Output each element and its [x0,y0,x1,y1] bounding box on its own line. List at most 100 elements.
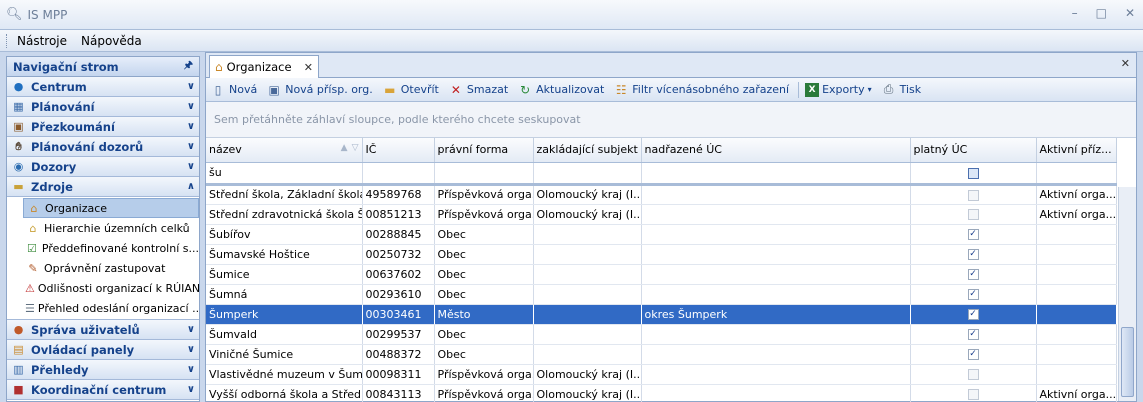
cell-nadr [641,344,911,365]
cell-nadr [641,324,911,345]
table-row[interactable]: Vlastivědné muzeum v Šump...00098311Přís… [206,364,1117,385]
minimize-button[interactable]: – [1072,6,1078,20]
house-icon: ⌂ [30,201,38,215]
nav-group-dozory[interactable]: ◉ Dozory ∨ [7,157,199,177]
new-document-icon: ▯ [214,82,222,97]
nav-item-odlisnosti[interactable]: ⚠︎ Odlišnosti organizací k RÚIAN [23,278,199,298]
cell-nazev: Vyšší odborná škola a Střed... [206,384,363,402]
nav-group-planovani-dozoru[interactable]: ✋︎ Plánování dozorů ∨ [7,137,199,157]
column-header-aktivni[interactable]: Aktivní příz... [1036,138,1117,163]
column-header-zakladajici-subjekt[interactable]: zakládající subjekt [533,138,642,163]
close-window-button[interactable]: ✕ [1125,6,1135,20]
nav-group-planovani[interactable]: ▦ Plánování ∨ [7,97,199,117]
chevron-down-icon: ∨ [186,101,195,112]
filter-cell[interactable] [641,162,911,186]
vertical-scrollbar[interactable] [1118,187,1136,401]
table-row[interactable]: Šumná 00293610 Obec [206,284,1117,305]
table-row[interactable]: Šumice 00637602 Obec [206,264,1117,285]
checkbox-unchecked[interactable] [967,209,979,220]
table-row[interactable]: Šumvald 00299537 Obec [206,324,1117,345]
open-button[interactable]: ▬ Otevřít [382,83,439,97]
column-header-platny-uc[interactable]: platný ÚC [910,138,1037,163]
filter-row: šu [206,162,1117,186]
document-icon: ☰ [25,301,35,315]
table-row[interactable]: Střední zdravotnická škola Š... 00851213 P… [206,204,1117,225]
checkbox-unchecked[interactable] [967,389,979,400]
maximize-button[interactable]: □ [1096,6,1107,20]
checkbox-unchecked[interactable] [967,189,979,201]
cell-aktivni: Aktivní orga... [1036,184,1117,205]
table-row[interactable]: Střední škola, Základní škola... 49589768… [206,184,1117,205]
nav-item-preddefinovane[interactable]: ☑ Předdefinované kontrolní s... [23,238,199,258]
tab-organizace[interactable]: ⌂ Organizace ✕ [209,55,319,78]
new-button[interactable]: ▯ Nová [210,82,258,97]
checkbox-checked[interactable] [967,289,979,300]
nav-group-sprava-uzivatelu[interactable]: ● Správa uživatelů ∨ [7,320,199,340]
refresh-button[interactable]: ↻ Aktualizovat [517,83,604,97]
app-search-icon: 🔍︎ [6,7,23,22]
checkbox-unchecked[interactable] [967,369,979,380]
tab-label: Organizace [226,60,292,74]
pin-icon[interactable]: 🖈︎ [184,58,193,75]
column-header-nadrazene-uc[interactable]: nadřazené ÚC [641,138,911,163]
nav-group-prehledy[interactable]: ▥ Přehledy ∨ [7,360,199,380]
cell-ic: 00488372 [362,344,435,365]
new-contrib-org-button[interactable]: ▣ Nová přísp. org. [266,83,373,97]
column-header-nazev[interactable]: název ▽ ▲ [206,138,363,163]
tab-close-icon[interactable]: ✕ [304,61,313,74]
table-row[interactable]: Šumavské Hoštice 00250732 Obec [206,244,1117,265]
table-row[interactable]: Šubířov 00288845 Obec [206,224,1117,245]
cell-aktivni [1036,264,1117,285]
checkbox-checked[interactable] [967,249,979,260]
scrollbar-thumb[interactable] [1121,327,1134,397]
menu-bar: Nástroje Nápověda [0,30,1143,52]
nav-item-organizace[interactable]: ⌂ Organizace [23,198,199,218]
table-row[interactable]: Viničné Šumice 00488372 Obec [206,344,1117,365]
table-row[interactable]: Vyšší odborná škola a Střed... 00843113 Př… [206,384,1117,402]
checkbox-checked[interactable] [967,349,979,360]
cell-zakl: Olomoucký kraj (I... [533,384,642,402]
cell-ic: 00250732 [362,244,435,265]
nav-group-label: Dozory [31,159,77,174]
filter-cell[interactable] [434,162,534,186]
cell-forma: Město [434,304,534,325]
print-button[interactable]: ⎙ Tisk [881,82,921,97]
cell-nadr [641,384,911,402]
cell-nadr [641,364,911,385]
cell-ic: 00843113 [362,384,435,402]
cell-zakl [533,344,642,365]
cell-nazev: Šumavské Hoštice [206,244,363,265]
multi-filter-button[interactable]: ☷ Filtr vícenásobného zařazení [613,83,789,97]
nav-item-opravneni[interactable]: ✎ Oprávnění zastupovat [23,258,199,278]
filter-cell[interactable] [1036,162,1117,186]
nav-item-prehled-odeslani[interactable]: ☰ Přehled odeslání organizací ... [23,298,199,318]
column-header-ic[interactable]: IČ [362,138,435,163]
checkbox-checked[interactable] [967,329,979,340]
checkbox-checked[interactable] [967,269,979,280]
filter-icon[interactable]: ▽ [352,143,359,153]
filter-cell-nazev[interactable]: šu [206,162,363,186]
menu-napoveda[interactable]: Nápověda [81,34,142,48]
exports-dropdown[interactable]: X Exporty ▾ [805,82,872,97]
panel-close-icon[interactable]: ✕ [1121,57,1130,70]
cell-aktivni [1036,324,1117,345]
column-header-pravni-forma[interactable]: právní forma [434,138,534,163]
filter-checkbox[interactable] [967,167,979,179]
nav-item-label: Přehled odeslání organizací ... [37,301,199,315]
checkbox-checked[interactable] [967,309,979,320]
table-row[interactable]: Šumperk 00303461 Město okres Šumperk [206,304,1117,325]
checkbox-checked[interactable] [967,229,979,240]
delete-button[interactable]: ✕ Smazat [448,83,508,97]
group-by-panel[interactable]: Sem přetáhněte záhlaví sloupce, podle kt… [206,102,1136,138]
nav-group-centrum[interactable]: ● Centrum ∨ [7,77,199,97]
filter-cell[interactable] [362,162,435,186]
nav-group-koordinacni-centrum[interactable]: ■ Koordinační centrum ∨ [7,380,199,400]
nav-group-prezkoumani[interactable]: ▣ Přezkoumání ∨ [7,117,199,137]
hierarchy-icon: ⌂ [29,221,37,235]
filter-cell-platny[interactable] [910,162,1037,186]
nav-item-hierarchie[interactable]: ⌂ Hierarchie územních celků [23,218,199,238]
menu-nastroje[interactable]: Nástroje [17,34,67,48]
nav-group-ovladaci-panely[interactable]: ▤ Ovládací panely ∨ [7,340,199,360]
nav-group-zdroje[interactable]: ▬ Zdroje ∧ [7,177,199,197]
filter-cell[interactable] [533,162,642,186]
